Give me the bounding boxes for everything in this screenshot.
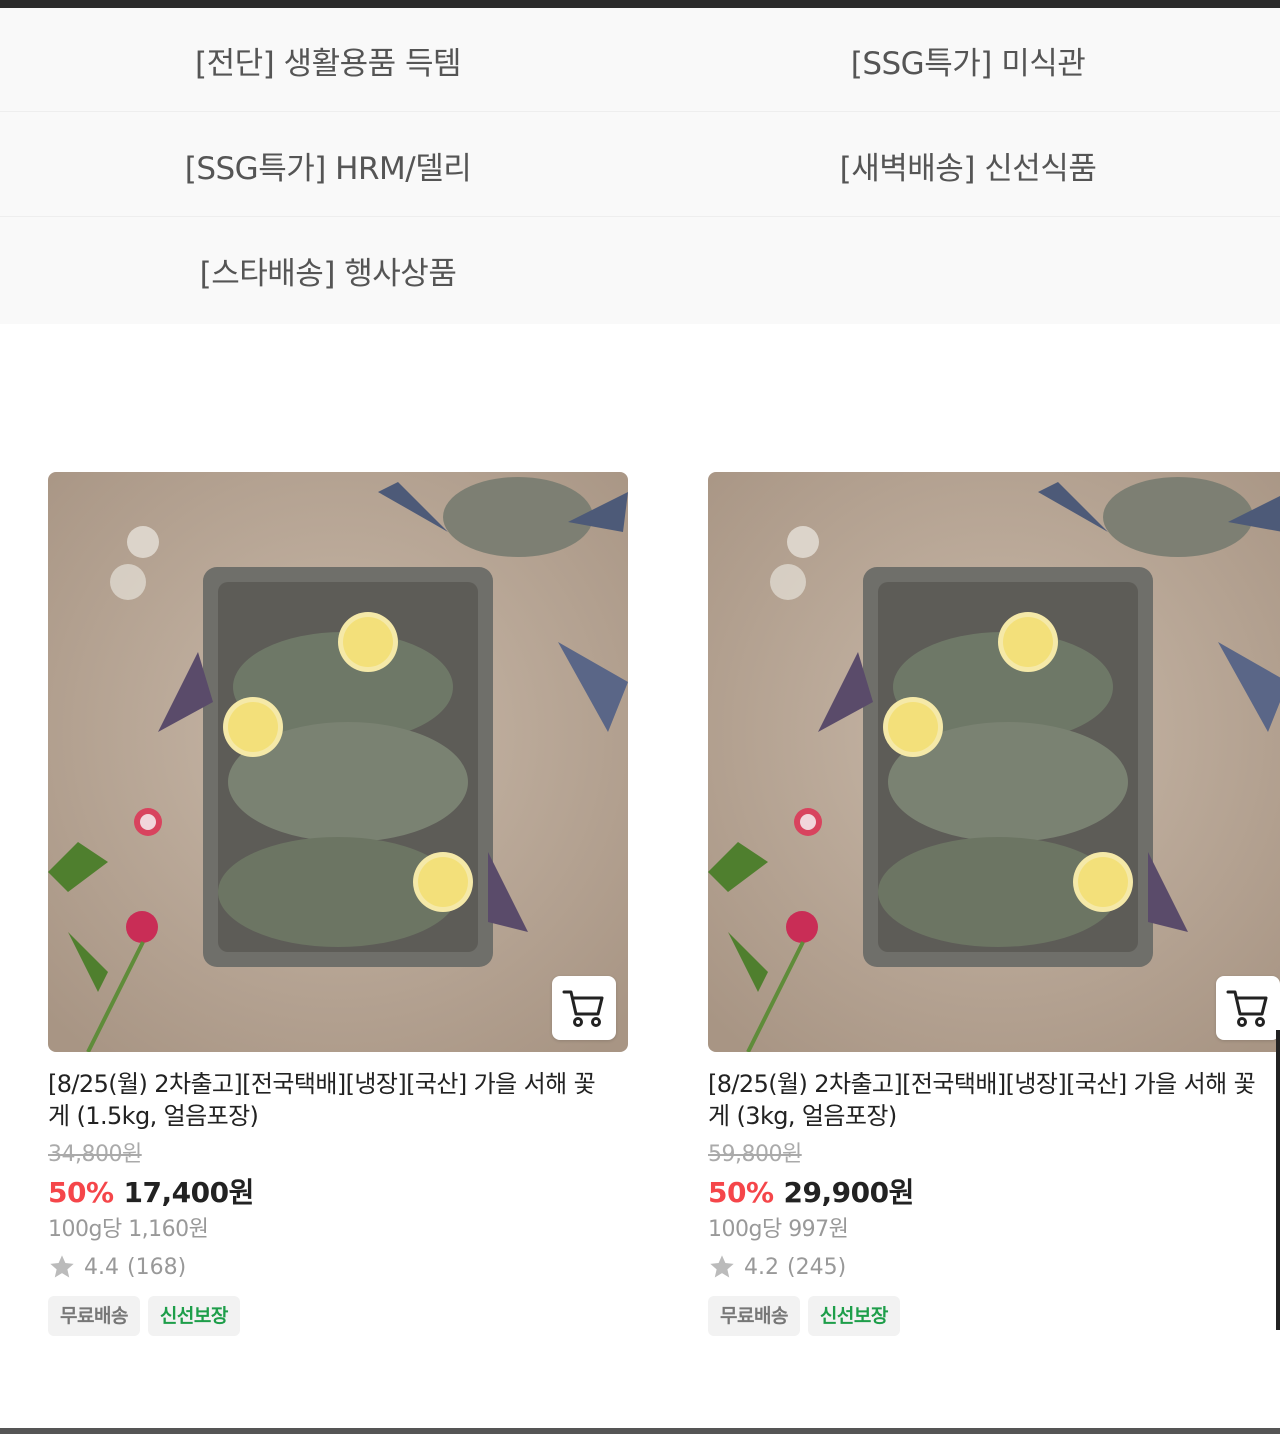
price-line: 50% 29,900원 — [708, 1174, 1280, 1212]
unit-price: 100g당 997원 — [708, 1217, 849, 1242]
product-title[interactable]: [8/25(월) 2차출고][전국택배][냉장][국산] 가을 서해 꽃게 (1… — [48, 1068, 608, 1132]
unit-price: 100g당 1,160원 — [48, 1217, 209, 1242]
review-count: (245) — [787, 1254, 847, 1280]
price-line: 50% 17,400원 — [48, 1174, 628, 1212]
category-link-gourmet[interactable]: [SSG특가] 미식관 — [648, 8, 1280, 112]
category-grid: [전단] 생활용품 득템 [SSG특가] 미식관 [SSG특가] HRM/델리 … — [0, 8, 1280, 324]
window-top-bar — [0, 0, 1280, 8]
star-icon — [710, 1255, 734, 1278]
product-image[interactable] — [48, 472, 628, 1052]
sale-price: 17,400원 — [123, 1176, 255, 1209]
product-card[interactable]: [8/25(월) 2차출고][전국택배][냉장][국산] 가을 서해 꽃게 (3… — [708, 472, 1280, 1336]
discount-rate: 50% — [48, 1176, 114, 1209]
star-icon — [50, 1255, 74, 1278]
rating: 4.4 (168) — [48, 1250, 628, 1284]
rating-score: 4.2 — [744, 1254, 779, 1280]
category-row: [전단] 생활용품 득템 [SSG특가] 미식관 — [0, 8, 1280, 112]
category-link-hrm-deli[interactable]: [SSG특가] HRM/델리 — [8, 113, 648, 217]
fresh-guarantee-badge: 신선보장 — [147, 1296, 240, 1336]
product-title[interactable]: [8/25(월) 2차출고][전국택배][냉장][국산] 가을 서해 꽃게 (3… — [708, 1068, 1268, 1132]
category-link-fresh-food[interactable]: [새벽배송] 신선식품 — [648, 113, 1280, 217]
crab-photo — [708, 472, 1280, 1052]
rating-score: 4.4 — [84, 1254, 119, 1280]
review-count: (168) — [127, 1254, 187, 1280]
sale-price: 29,900원 — [783, 1176, 915, 1209]
category-link-star-delivery[interactable]: [스타배송] 행사상품 — [8, 218, 648, 322]
product-image[interactable] — [708, 472, 1280, 1052]
free-shipping-badge: 무료배송 — [48, 1296, 140, 1336]
original-price: 34,800원 — [48, 1142, 142, 1167]
badge-list: 무료배송 신선보장 — [708, 1296, 1280, 1336]
cart-icon — [562, 990, 604, 1027]
next-row-preview — [0, 1428, 1280, 1434]
original-price: 59,800원 — [708, 1142, 802, 1167]
discount-rate: 50% — [708, 1176, 774, 1209]
add-to-cart-button[interactable] — [1216, 976, 1280, 1040]
product-card[interactable]: [8/25(월) 2차출고][전국택배][냉장][국산] 가을 서해 꽃게 (1… — [48, 472, 628, 1336]
category-link-household[interactable]: [전단] 생활용품 득템 — [8, 8, 648, 112]
rating: 4.2 (245) — [708, 1250, 1280, 1284]
add-to-cart-button[interactable] — [552, 976, 616, 1040]
free-shipping-badge: 무료배송 — [708, 1296, 800, 1336]
cart-icon — [1226, 990, 1268, 1027]
category-row: [스타배송] 행사상품 — [0, 218, 1280, 322]
crab-photo — [48, 472, 628, 1052]
badge-list: 무료배송 신선보장 — [48, 1296, 628, 1336]
fresh-guarantee-badge: 신선보장 — [807, 1296, 900, 1336]
category-row: [SSG특가] HRM/델리 [새벽배송] 신선식품 — [0, 113, 1280, 217]
scrollbar[interactable] — [1276, 1030, 1280, 1330]
